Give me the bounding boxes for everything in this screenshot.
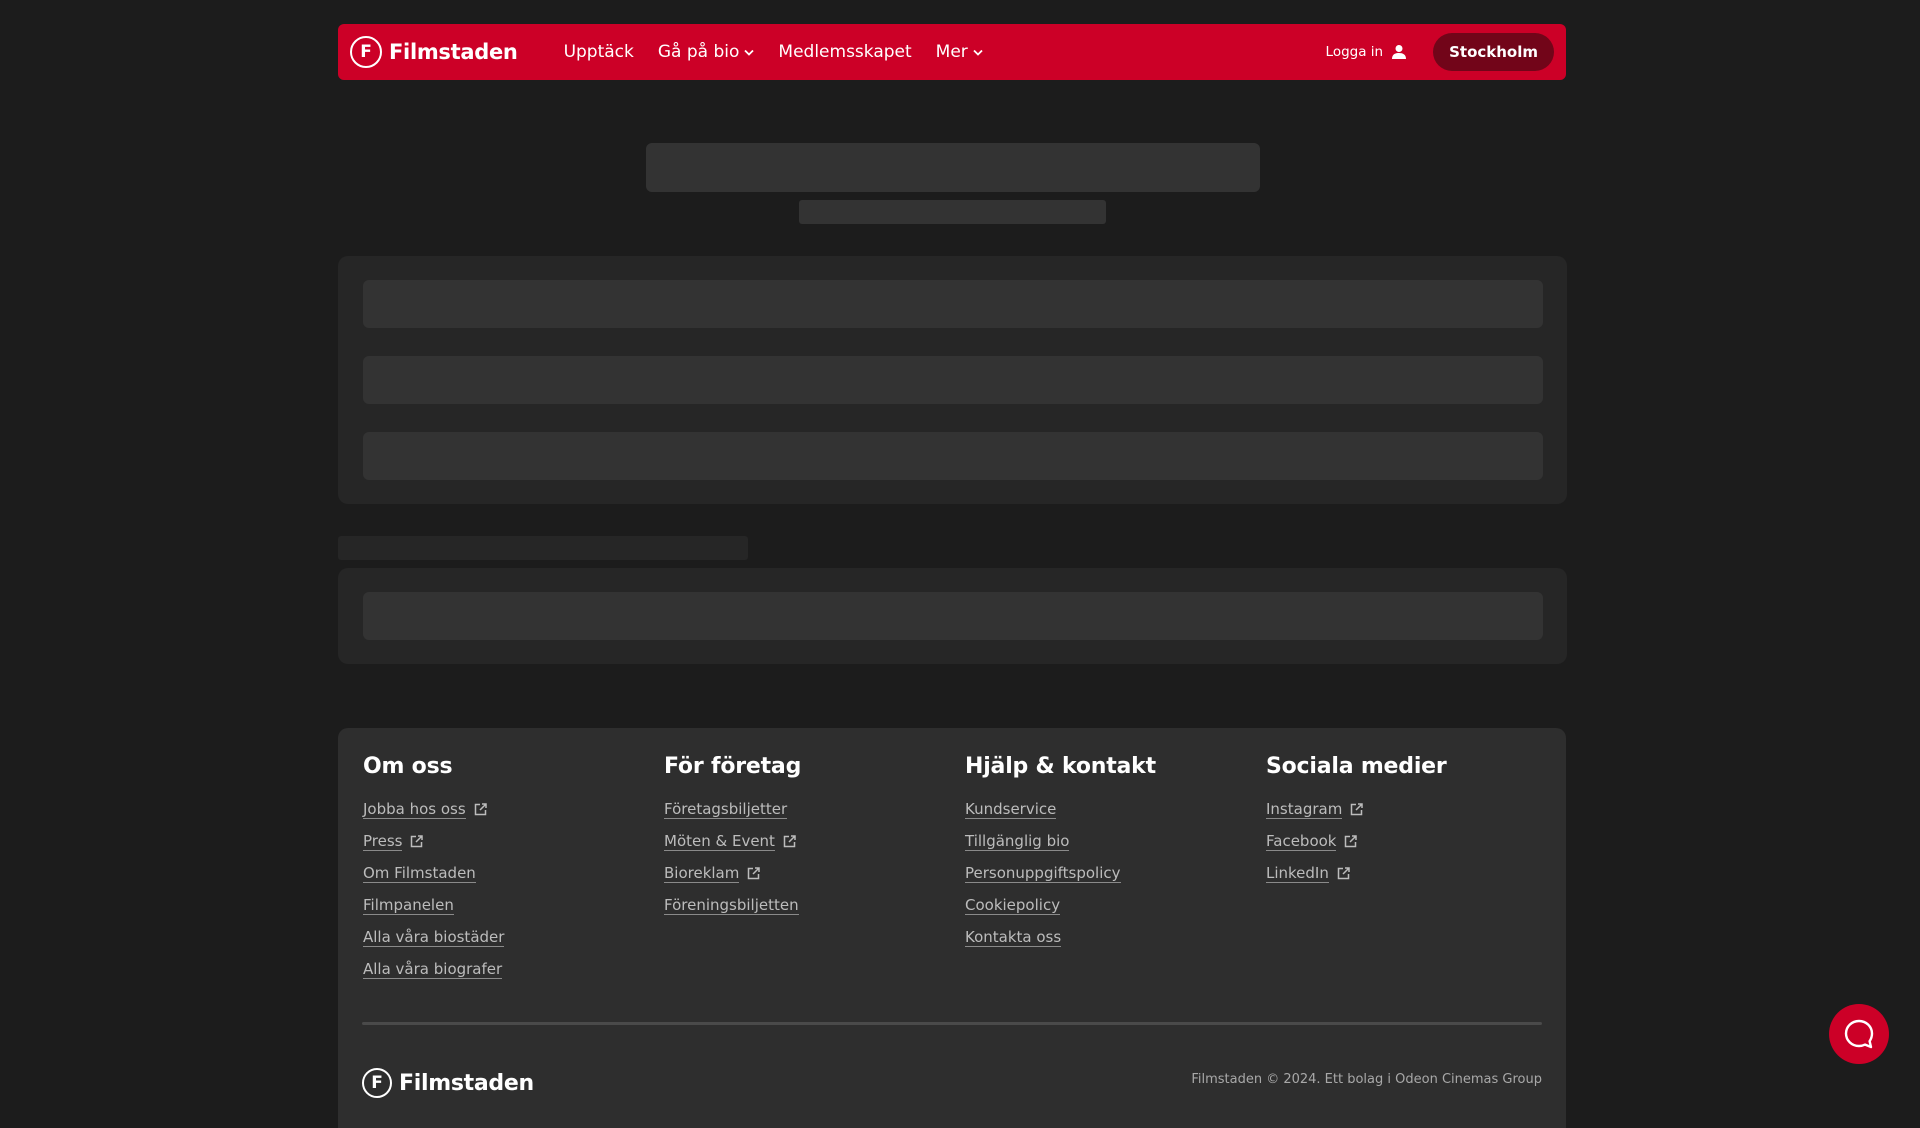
footer-link-cookiepolicy[interactable]: Cookiepolicy (965, 889, 1235, 921)
user-icon (1392, 45, 1407, 59)
external-link-icon (474, 802, 487, 815)
footer-link-om-filmstaden[interactable]: Om Filmstaden (363, 857, 633, 889)
title-skeleton (646, 143, 1260, 192)
footer-link-personuppgiftspolicy[interactable]: Personuppgiftspolicy (965, 857, 1235, 889)
nav-item-medlemsskapet[interactable]: Medlemsskapet (778, 42, 911, 62)
footer-link-press[interactable]: Press (363, 825, 633, 857)
filmstaden-logo[interactable]: F Filmstaden (350, 36, 518, 68)
footer-column-sociala-medier: Sociala medier Instagram Facebook Linked… (1266, 754, 1536, 889)
footer-column-om-oss: Om oss Jobba hos oss Press Om Filmstaden… (363, 754, 633, 985)
content-panel-skeleton (338, 256, 1567, 504)
footer-link-kontakta-oss[interactable]: Kontakta oss (965, 921, 1235, 953)
external-link-icon (748, 866, 761, 879)
external-link-icon (783, 834, 796, 847)
city-selector-button[interactable]: Stockholm (1433, 33, 1554, 71)
external-link-icon (1337, 866, 1350, 879)
nav-item-upptack[interactable]: Upptäck (564, 42, 634, 62)
nav-item-label: Upptäck (563, 42, 634, 62)
row-skeleton (363, 592, 1543, 640)
nav-item-ga-pa-bio[interactable]: Gå på bio (658, 42, 755, 62)
footer-divider (362, 1022, 1542, 1025)
footer-link-alla-vara-biostader[interactable]: Alla våra biostäder (363, 921, 633, 953)
row-skeleton (363, 280, 1543, 328)
footer-column-title: För företag (664, 754, 802, 779)
logo-text: Filmstaden (389, 40, 518, 64)
external-link-icon (1351, 802, 1364, 815)
footer-link-moten-event[interactable]: Möten & Event (664, 825, 934, 857)
site-footer: Om oss Jobba hos oss Press Om Filmstaden… (338, 728, 1566, 1128)
login-button[interactable]: Logga in (1326, 44, 1408, 60)
footer-logo-text: Filmstaden (399, 1070, 534, 1096)
footer-column-title: Hjälp & kontakt (965, 754, 1156, 779)
footer-link-tillganglig-bio[interactable]: Tillgänglig bio (965, 825, 1235, 857)
footer-column-hjalp-kontakt: Hjälp & kontakt Kundservice Tillgänglig … (965, 754, 1235, 953)
logo-mark-icon: F (350, 36, 382, 68)
footer-link-bioreklam[interactable]: Bioreklam (664, 857, 934, 889)
main-nav: Upptäck Gå på bio Medlemsskapet Mer (564, 42, 1007, 62)
footer-link-alla-vara-biografer[interactable]: Alla våra biografer (363, 953, 633, 985)
nav-item-label: Mer (935, 42, 968, 62)
login-label: Logga in (1325, 44, 1384, 60)
footer-link-instagram[interactable]: Instagram (1266, 793, 1536, 825)
section-heading-skeleton (338, 536, 748, 560)
footer-link-foretagsbiljetter[interactable]: Företagsbiljetter (664, 793, 934, 825)
chevron-down-icon (744, 49, 755, 56)
footer-link-jobba-hos-oss[interactable]: Jobba hos oss (363, 793, 633, 825)
footer-logo[interactable]: F Filmstaden (362, 1068, 534, 1098)
nav-item-mer[interactable]: Mer (936, 42, 983, 62)
top-navigation-bar: F Filmstaden Upptäck Gå på bio Medlemssk… (338, 24, 1566, 80)
secondary-panel-skeleton (338, 568, 1567, 664)
footer-link-facebook[interactable]: Facebook (1266, 825, 1536, 857)
nav-item-label: Gå på bio (657, 42, 740, 62)
footer-link-foreningsbiljetten[interactable]: Föreningsbiljetten (664, 889, 934, 921)
chat-button[interactable] (1829, 1004, 1889, 1064)
footer-link-filmpanelen[interactable]: Filmpanelen (363, 889, 633, 921)
external-link-icon (1345, 834, 1358, 847)
footer-link-linkedin[interactable]: LinkedIn (1266, 857, 1536, 889)
row-skeleton (363, 356, 1543, 404)
footer-column-for-foretag: För företag Företagsbiljetter Möten & Ev… (664, 754, 934, 921)
chevron-down-icon (973, 49, 983, 56)
footer-link-kundservice[interactable]: Kundservice (965, 793, 1235, 825)
footer-column-title: Sociala medier (1266, 754, 1447, 779)
chat-icon (1844, 1019, 1874, 1049)
nav-item-label: Medlemsskapet (778, 42, 912, 62)
subtitle-skeleton (799, 200, 1106, 224)
external-link-icon (411, 834, 424, 847)
row-skeleton (363, 432, 1543, 480)
footer-column-title: Om oss (363, 754, 453, 779)
logo-mark-icon: F (362, 1068, 392, 1098)
